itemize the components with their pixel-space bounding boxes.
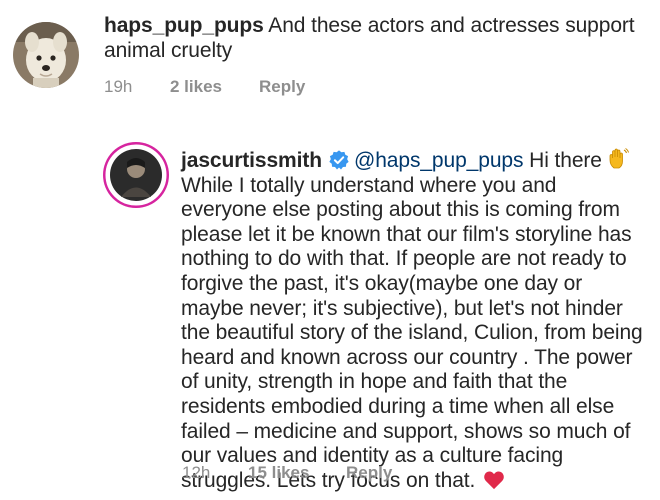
comment-username[interactable]: haps_pup_pups [104,14,264,37]
avatar-jascurtissmith[interactable] [103,142,169,208]
reply-likes[interactable]: 15 likes [248,463,346,483]
reply-username[interactable]: jascurtissmith [181,149,322,172]
dog-avatar-icon [13,22,79,88]
reply-body: jascurtissmith @haps_pup_pups Hi there W… [181,147,646,493]
waving-hand-icon [609,148,629,169]
comment-meta: 19h 2 likes Reply [104,77,305,97]
comment-time: 19h [104,77,133,96]
red-heart-icon [484,471,505,489]
reply-text: While I totally understand where you and… [181,173,643,492]
greeting-text: Hi there [529,149,602,172]
portrait-avatar-icon [103,142,169,208]
avatar-haps-pup-pups[interactable] [13,22,79,88]
reply-button[interactable]: Reply [259,77,305,97]
mention-link[interactable]: @haps_pup_pups [354,149,523,172]
reply-meta: 12h 15 likes Reply [182,463,392,483]
reply-time: 12h [182,463,211,482]
comment-body: haps_pup_pups And these actors and actre… [104,14,644,63]
verified-badge-icon [329,150,349,170]
reply-button[interactable]: Reply [346,463,392,483]
comment-likes[interactable]: 2 likes [170,77,259,97]
